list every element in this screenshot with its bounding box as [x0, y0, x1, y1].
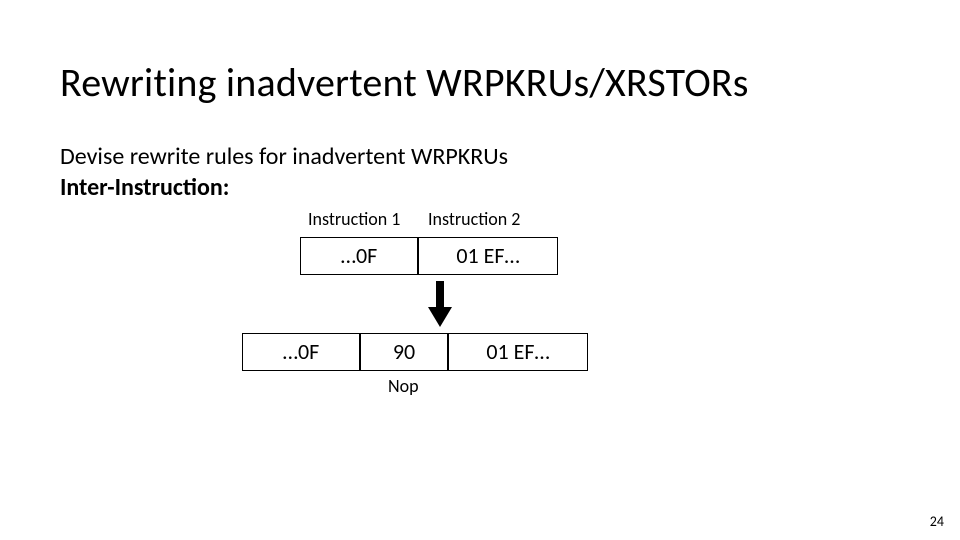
after-cell-1: …0F [242, 333, 360, 371]
body-line-2-label: Inter-Instruction: [60, 173, 229, 202]
instruction-2-label: Instruction 2 [428, 208, 520, 230]
before-cell-1: …0F [300, 237, 418, 275]
instruction-labels: Instruction 1 Instruction 2 [300, 208, 700, 234]
rewrite-diagram: Instruction 1 Instruction 2 …0F 01 EF… …… [300, 208, 700, 371]
arrow-container [300, 275, 700, 333]
slide-title: Rewriting inadvertent WRPKRUs/XRSTORs [60, 58, 900, 107]
page-number: 24 [930, 513, 944, 530]
nop-label: Nop [388, 375, 419, 397]
before-row: …0F 01 EF… [300, 237, 700, 275]
instruction-1-label: Instruction 1 [308, 208, 400, 230]
body-line-1: Devise rewrite rules for inadvertent WRP… [60, 142, 508, 171]
before-cell-2: 01 EF… [418, 237, 558, 275]
after-cell-3: 01 EF… [448, 333, 588, 371]
body-text: Devise rewrite rules for inadvertent WRP… [60, 141, 900, 203]
after-cell-2: 90 [360, 333, 448, 371]
down-arrow-icon [428, 281, 452, 329]
after-row: …0F 90 01 EF… Nop [300, 333, 700, 371]
